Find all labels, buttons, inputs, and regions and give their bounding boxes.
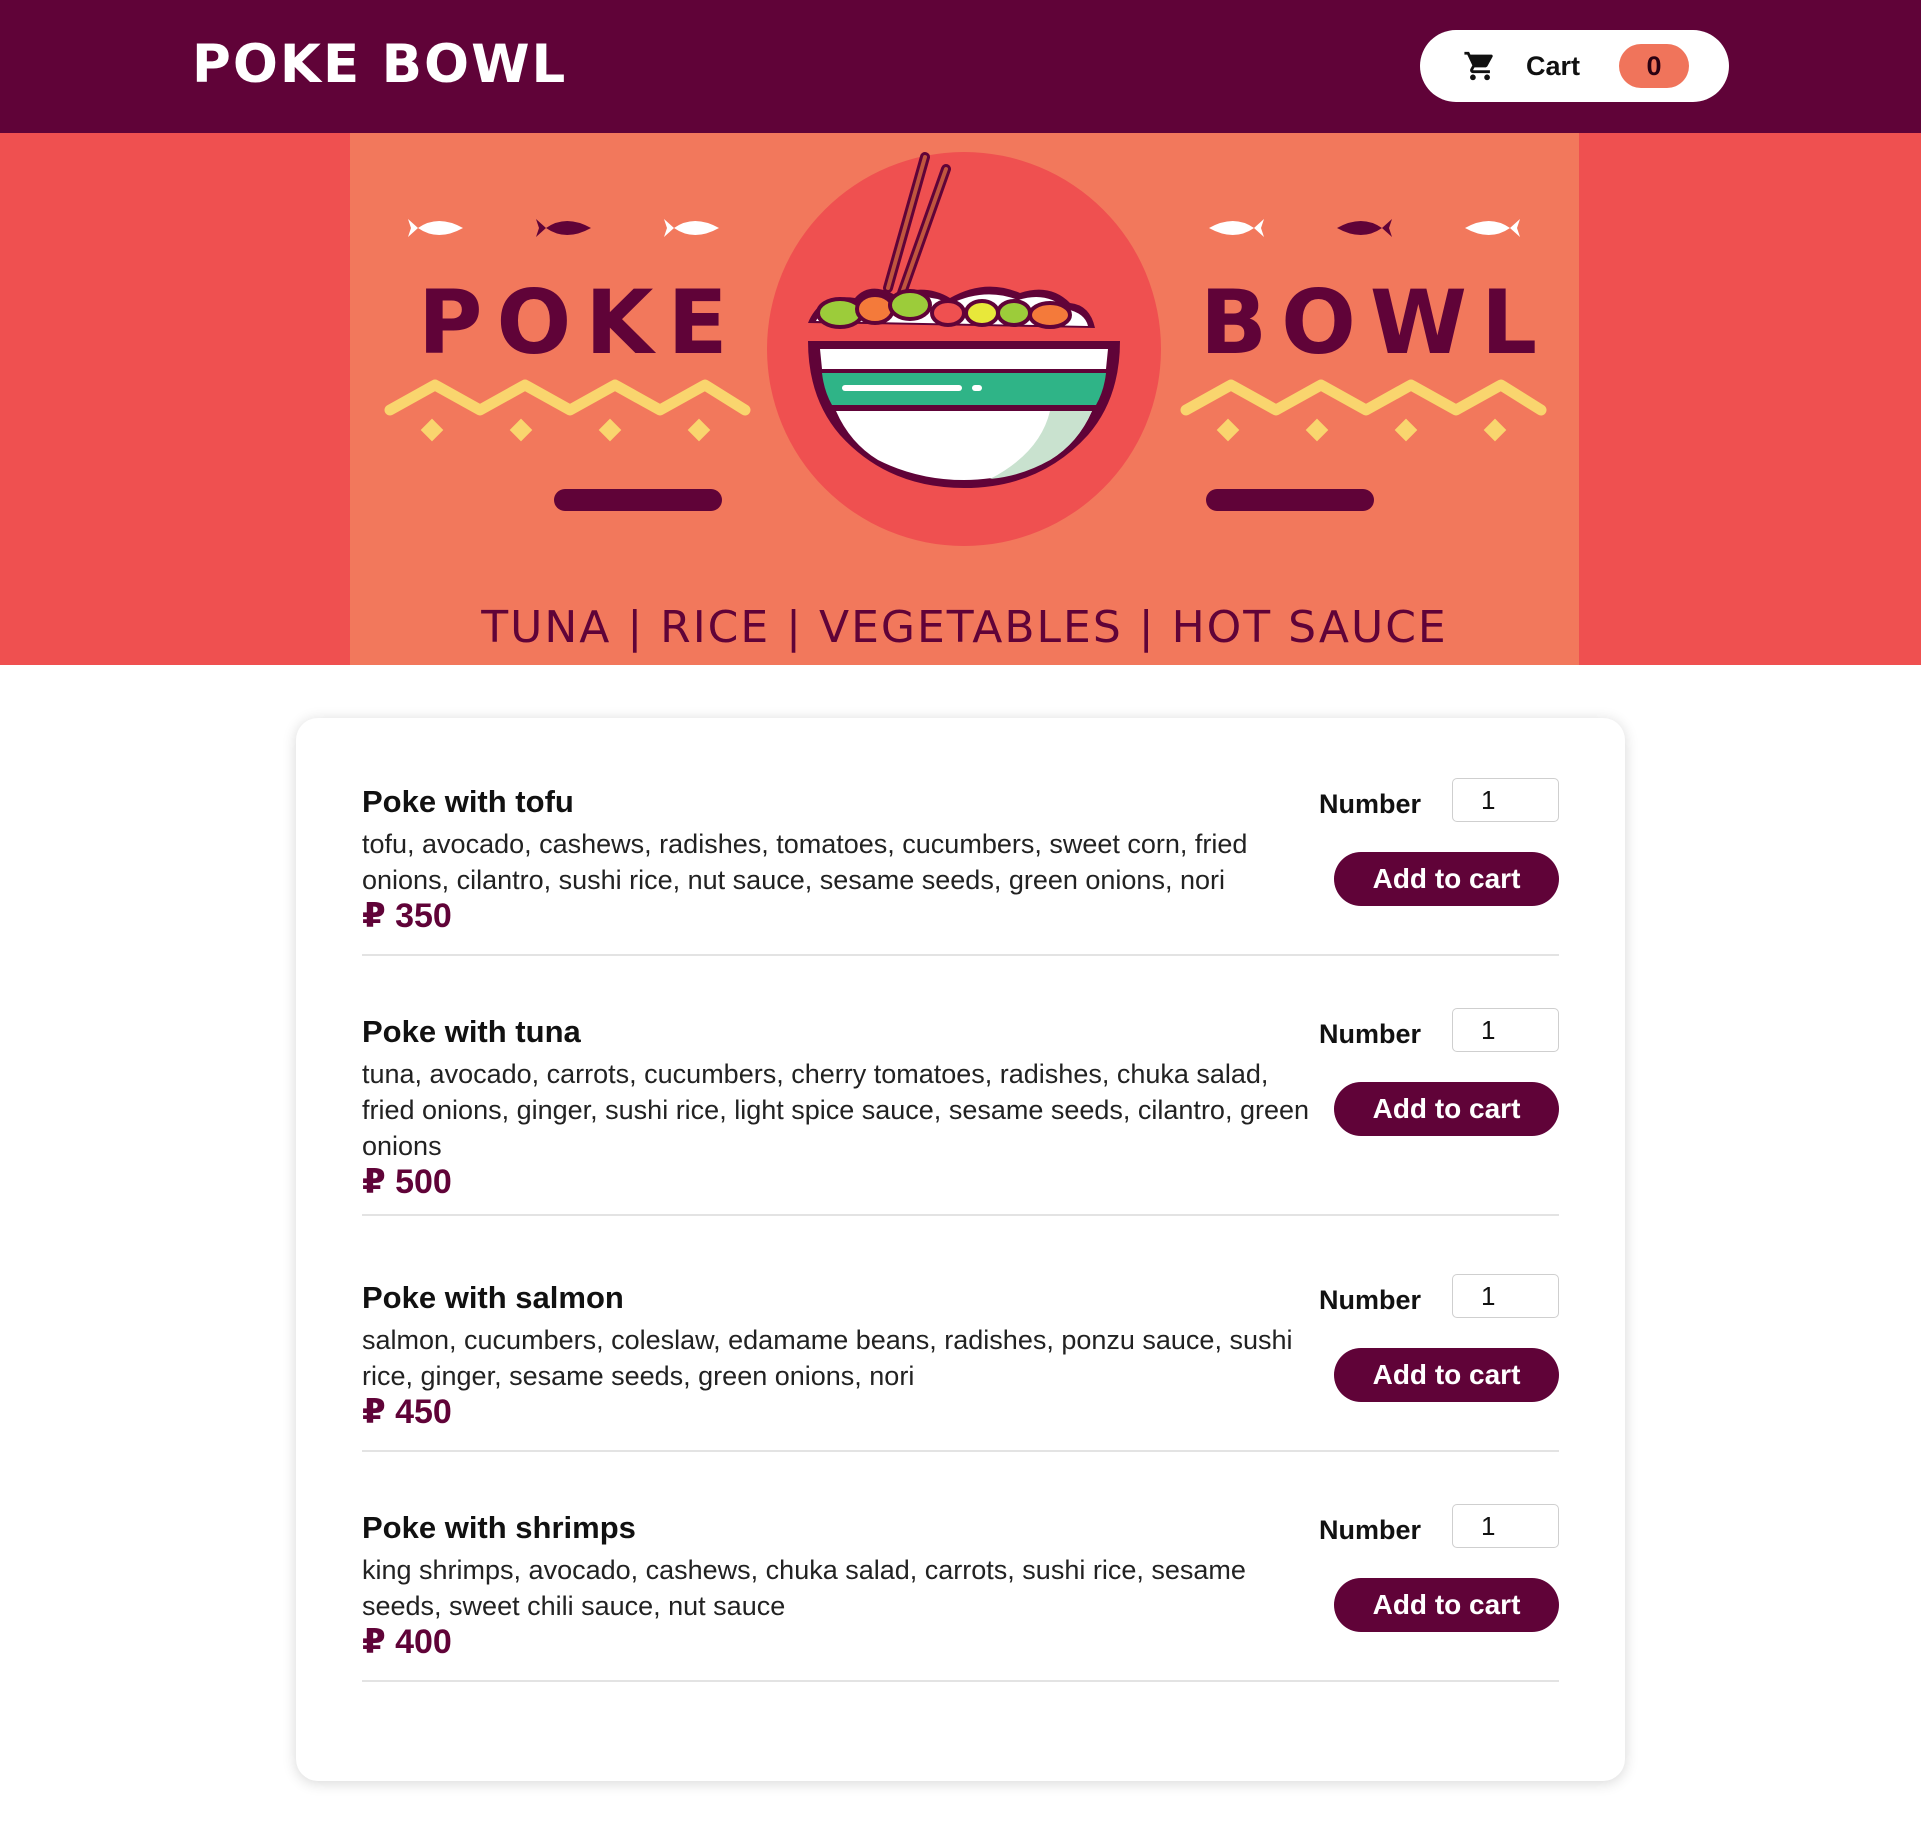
diamond-dots-left bbox=[420, 418, 711, 442]
poke-bowl-illustration bbox=[384, 152, 1547, 546]
quantity-input[interactable] bbox=[1452, 1274, 1559, 1318]
add-to-cart-button[interactable]: Add to cart bbox=[1334, 1348, 1559, 1402]
item-title: Poke with salmon bbox=[362, 1280, 624, 1315]
add-to-cart-button[interactable]: Add to cart bbox=[1334, 1082, 1559, 1136]
underline-bar-left bbox=[554, 489, 722, 511]
quantity-label: Number bbox=[1319, 789, 1422, 819]
quantity-input[interactable] bbox=[1452, 778, 1559, 822]
item-title: Poke with shrimps bbox=[362, 1510, 636, 1545]
menu-item: Poke with shrimps king shrimps, avocado,… bbox=[362, 1504, 1559, 1682]
menu-card: Poke with tofu tofu, avocado, cashews, r… bbox=[296, 718, 1625, 1781]
underline-bar-right bbox=[1206, 489, 1374, 511]
site-logo[interactable]: POKE BOWL bbox=[192, 30, 567, 100]
diamond-dots-right bbox=[1216, 418, 1507, 442]
add-to-cart-button[interactable]: Add to cart bbox=[1334, 852, 1559, 906]
cart-count-badge: 0 bbox=[1619, 44, 1689, 88]
fish-icons-right bbox=[1209, 219, 1520, 237]
item-description: king shrimps, avocado, cashews, chuka sa… bbox=[362, 1555, 1246, 1621]
item-description: salmon, cucumbers, coleslaw, edamame bea… bbox=[362, 1325, 1293, 1391]
fish-icons-left bbox=[408, 219, 719, 237]
shopping-cart-icon bbox=[1464, 51, 1493, 81]
zigzag-right bbox=[1180, 379, 1547, 416]
item-price: ₽ 450 bbox=[362, 1393, 452, 1431]
quantity-input[interactable] bbox=[1452, 1504, 1559, 1548]
menu-item: Poke with tuna tuna, avocado, carrots, c… bbox=[362, 1008, 1559, 1216]
menu-item: Poke with salmon salmon, cucumbers, cole… bbox=[362, 1274, 1559, 1452]
hero-banner-panel: POKE BOWL TUNA | RICE | VEGETABLES | HOT… bbox=[350, 133, 1579, 665]
banner-tagline: TUNA | RICE | VEGETABLES | HOT SAUCE bbox=[481, 602, 1448, 653]
item-description: tuna, avocado, carrots, cucumbers, cherr… bbox=[362, 1059, 1310, 1161]
hero-banner: POKE BOWL TUNA | RICE | VEGETABLES | HOT… bbox=[0, 133, 1921, 665]
add-to-cart-button[interactable]: Add to cart bbox=[1334, 1578, 1559, 1632]
cart-button[interactable]: Cart 0 bbox=[1420, 30, 1729, 102]
zigzag-left bbox=[384, 379, 751, 416]
quantity-label: Number bbox=[1319, 1285, 1422, 1315]
quantity-label: Number bbox=[1319, 1515, 1422, 1545]
item-price: ₽ 350 bbox=[362, 897, 452, 935]
item-title: Poke with tuna bbox=[362, 1014, 581, 1049]
item-description: tofu, avocado, cashews, radishes, tomato… bbox=[362, 829, 1248, 895]
item-title: Poke with tofu bbox=[362, 784, 574, 819]
menu-item: Poke with tofu tofu, avocado, cashews, r… bbox=[362, 778, 1559, 956]
banner-title-left: POKE bbox=[418, 271, 742, 374]
item-price: ₽ 400 bbox=[362, 1623, 452, 1661]
item-price: ₽ 500 bbox=[362, 1163, 452, 1201]
banner-title-right: BOWL bbox=[1200, 271, 1552, 374]
site-header: POKE BOWL Cart 0 bbox=[0, 0, 1921, 133]
quantity-input[interactable] bbox=[1452, 1008, 1559, 1052]
quantity-label: Number bbox=[1319, 1019, 1422, 1049]
cart-label: Cart bbox=[1526, 51, 1581, 81]
